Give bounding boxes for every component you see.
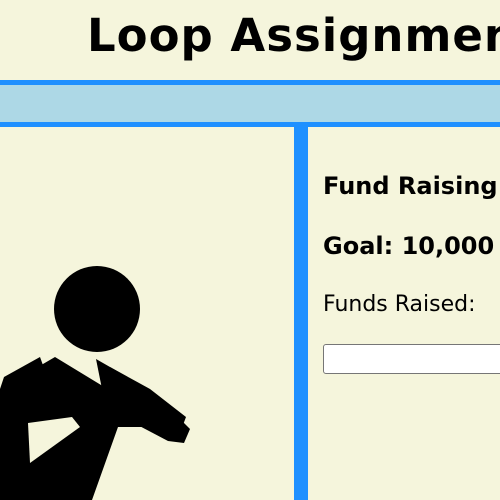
page-title: Loop Assignment: [87, 9, 500, 62]
page: Loop Assignment Fund Raising Goal: 10,00…: [0, 0, 500, 500]
image-panel: [0, 127, 294, 500]
goal-text: Goal: 10,000: [323, 232, 495, 260]
panel-divider: [294, 127, 308, 500]
nav-bar: [0, 80, 500, 127]
fundraiser-panel: Fund Raising Goal: 10,000 Funds Raised:: [308, 127, 500, 500]
funds-raised-input[interactable]: [323, 344, 500, 374]
main-content: Fund Raising Goal: 10,000 Funds Raised:: [0, 127, 500, 500]
funds-raised-label: Funds Raised:: [323, 292, 476, 317]
page-header: Loop Assignment: [0, 0, 500, 80]
running-person-icon: [0, 266, 190, 500]
fundraising-heading: Fund Raising: [323, 172, 498, 200]
